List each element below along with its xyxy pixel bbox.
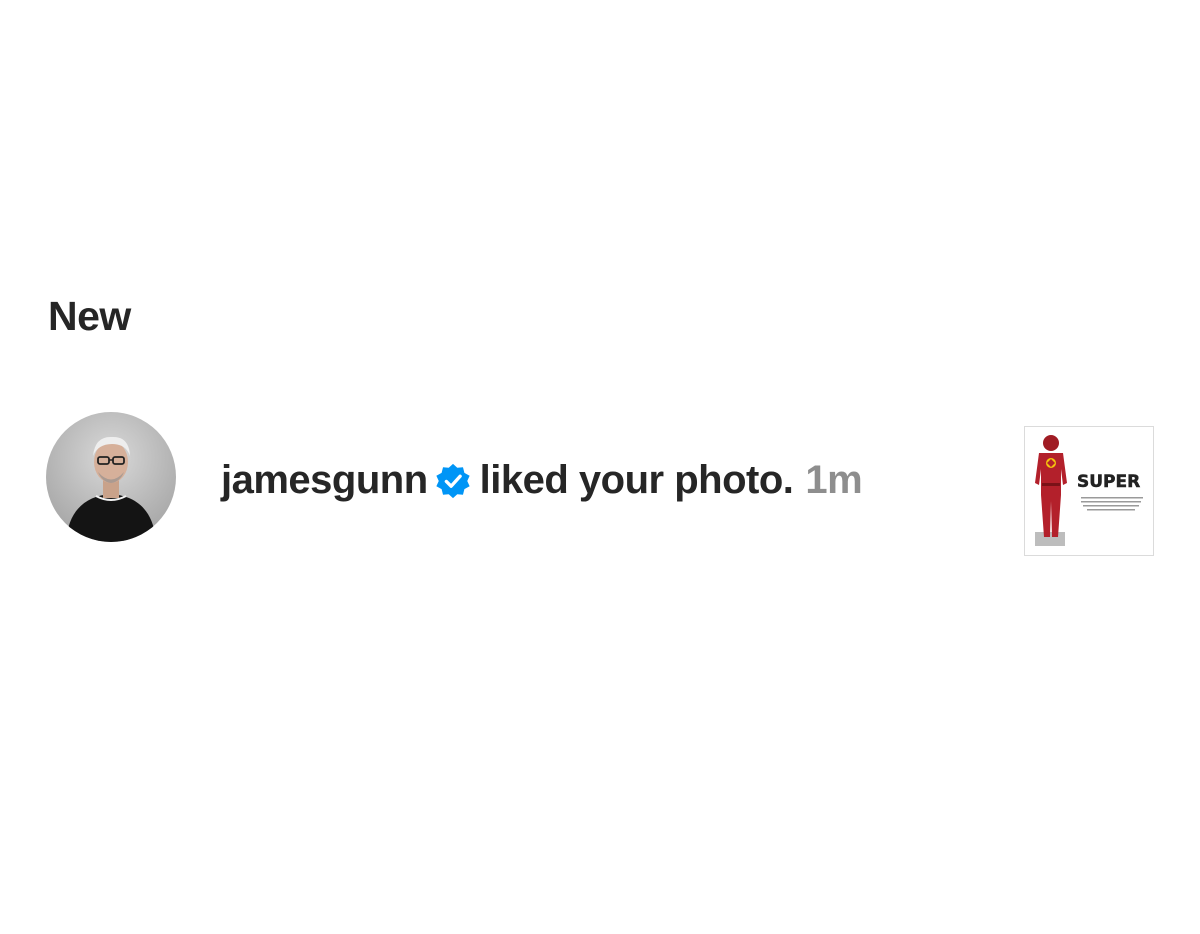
section-title-new: New — [48, 293, 131, 339]
thumbnail-logo: SUPER — [1077, 472, 1140, 492]
username-link[interactable]: jamesgunn — [221, 457, 428, 503]
notification-text: jamesgunn liked your photo. 1m — [221, 457, 863, 503]
timestamp: 1m — [805, 458, 863, 502]
notification-action: liked your photo. — [479, 458, 794, 502]
avatar[interactable] — [46, 412, 176, 542]
verified-badge-icon — [434, 462, 472, 500]
notification-item[interactable]: jamesgunn liked your photo. 1m SUPER — [46, 412, 1154, 556]
post-thumbnail[interactable]: SUPER — [1024, 426, 1154, 556]
